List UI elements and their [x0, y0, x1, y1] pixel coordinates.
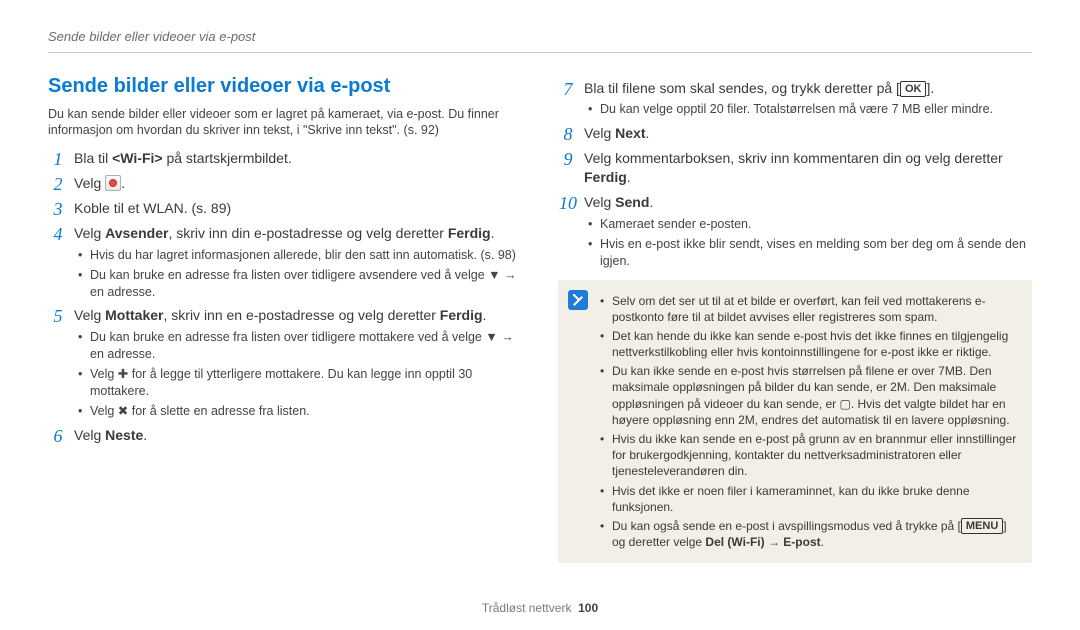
sub-item: Du kan bruke en adresse fra listen over … [78, 267, 522, 301]
step-number: 4 [48, 222, 68, 246]
step-number: 10 [558, 191, 578, 215]
step-8: 8 Velg Next. [558, 124, 1032, 143]
bold-term: Mottaker [105, 307, 163, 323]
step-text: Bla til [74, 150, 112, 166]
bold-term: Ferdig [584, 169, 627, 185]
step-10: 10 Velg Send. Kameraet sender e-posten. … [558, 193, 1032, 270]
step-text: Koble til et WLAN. (s. 89) [74, 200, 231, 216]
footer-section: Trådløst nettverk [482, 601, 572, 615]
step-text: . [627, 169, 631, 185]
step-6: 6 Velg Neste. [48, 426, 522, 445]
ok-key-icon: OK [900, 81, 927, 97]
sub-item: Hvis en e-post ikke blir sendt, vises en… [588, 236, 1032, 270]
step-text: Velg [74, 307, 105, 323]
step-2: 2 Velg . [48, 174, 522, 193]
step-text: Velg [584, 194, 615, 210]
header-rule [48, 52, 1032, 53]
step-text: . [483, 307, 487, 323]
menu-key-icon: MENU [961, 518, 1003, 534]
bold-term: Next [615, 125, 645, 141]
bold-term: Neste [105, 427, 143, 443]
step-text: . [491, 225, 495, 241]
manual-page: Sende bilder eller videoer via e-post Se… [0, 0, 1080, 630]
step-5: 5 Velg Mottaker, skriv inn en e-postadre… [48, 306, 522, 419]
step-text: , skriv inn din e-postadresse og velg de… [168, 225, 447, 241]
sub-item: Velg ✚ for å legge til ytterligere motta… [78, 366, 522, 400]
step-9: 9 Velg kommentarboksen, skriv inn kommen… [558, 149, 1032, 187]
step-number: 8 [558, 122, 578, 146]
step-text: Bla til filene som skal sendes, og trykk… [584, 80, 900, 96]
note-box: Selv om det ser ut til at et bilde er ov… [558, 280, 1032, 564]
step-7: 7 Bla til filene som skal sendes, og try… [558, 79, 1032, 119]
step-text: på startskjermbildet. [163, 150, 292, 166]
note-item: Det kan hende du ikke kan sende e-post h… [600, 328, 1020, 360]
section-title: Sende bilder eller videoer via e-post [48, 73, 522, 100]
step-4: 4 Velg Avsender, skriv inn din e-postadr… [48, 224, 522, 301]
step-text: . [649, 194, 653, 210]
page-footer: Trådløst nettverk 100 [0, 600, 1080, 616]
bold-term: Del (Wi-Fi) [705, 535, 764, 549]
note-text: . [821, 535, 824, 549]
bold-term: Send [615, 194, 649, 210]
note-text: → [765, 535, 784, 549]
steps-list-right: 7 Bla til filene som skal sendes, og try… [558, 79, 1032, 270]
email-mode-icon [105, 175, 121, 191]
step-number: 6 [48, 424, 68, 448]
sub-list: Kameraet sender e-posten. Hvis en e-post… [584, 216, 1032, 270]
bold-term: Ferdig [448, 225, 491, 241]
step-text: . [143, 427, 147, 443]
note-item: Hvis det ikke er noen filer i kameraminn… [600, 483, 1020, 515]
sub-list: Du kan velge opptil 20 filer. Totalstørr… [584, 101, 1032, 118]
note-icon [568, 290, 588, 310]
step-text: Velg [74, 225, 105, 241]
step-number: 1 [48, 147, 68, 171]
sub-list: Du kan bruke en adresse fra listen over … [74, 329, 522, 419]
note-item: Hvis du ikke kan sende en e-post på grun… [600, 431, 1020, 480]
bold-term: Ferdig [440, 307, 483, 323]
bold-term: E-post [783, 535, 820, 549]
note-text: Du kan også sende en e-post i avspilling… [612, 519, 961, 533]
sub-item: Du kan bruke en adresse fra listen over … [78, 329, 522, 363]
sub-item: Velg ✖ for å slette en adresse fra liste… [78, 403, 522, 420]
sub-list: Hvis du har lagret informasjonen allered… [74, 247, 522, 301]
sub-item: Hvis du har lagret informasjonen allered… [78, 247, 522, 264]
step-text: Velg [584, 125, 615, 141]
step-number: 2 [48, 172, 68, 196]
running-head: Sende bilder eller videoer via e-post [48, 28, 1032, 46]
wifi-key: <Wi-Fi> [112, 150, 162, 166]
step-text: ]. [926, 80, 934, 96]
note-item: Du kan ikke sende en e-post hvis størrel… [600, 363, 1020, 428]
step-text: Velg kommentarboksen, skriv inn kommenta… [584, 150, 1003, 166]
step-number: 7 [558, 77, 578, 101]
two-column-layout: Sende bilder eller videoer via e-post Du… [48, 73, 1032, 564]
note-list: Selv om det ser ut til at et bilde er ov… [600, 293, 1020, 551]
column-left: Sende bilder eller videoer via e-post Du… [48, 73, 522, 564]
step-text: . [121, 175, 125, 191]
sub-item: Du kan velge opptil 20 filer. Totalstørr… [588, 101, 1032, 118]
step-number: 3 [48, 197, 68, 221]
column-right: 7 Bla til filene som skal sendes, og try… [558, 73, 1032, 564]
bold-term: Avsender [105, 225, 168, 241]
note-item: Du kan også sende en e-post i avspilling… [600, 518, 1020, 550]
step-text: , skriv inn en e-postadresse og velg der… [164, 307, 440, 323]
page-number: 100 [578, 601, 598, 615]
sub-item: Kameraet sender e-posten. [588, 216, 1032, 233]
step-number: 9 [558, 147, 578, 171]
note-item: Selv om det ser ut til at et bilde er ov… [600, 293, 1020, 325]
step-text: . [646, 125, 650, 141]
step-text: Velg [74, 427, 105, 443]
step-text: Velg [74, 175, 105, 191]
step-1: 1 Bla til <Wi-Fi> på startskjermbildet. [48, 149, 522, 168]
steps-list-left: 1 Bla til <Wi-Fi> på startskjermbildet. … [48, 149, 522, 444]
step-number: 5 [48, 304, 68, 328]
step-3: 3 Koble til et WLAN. (s. 89) [48, 199, 522, 218]
intro-paragraph: Du kan sende bilder eller videoer som er… [48, 106, 522, 140]
